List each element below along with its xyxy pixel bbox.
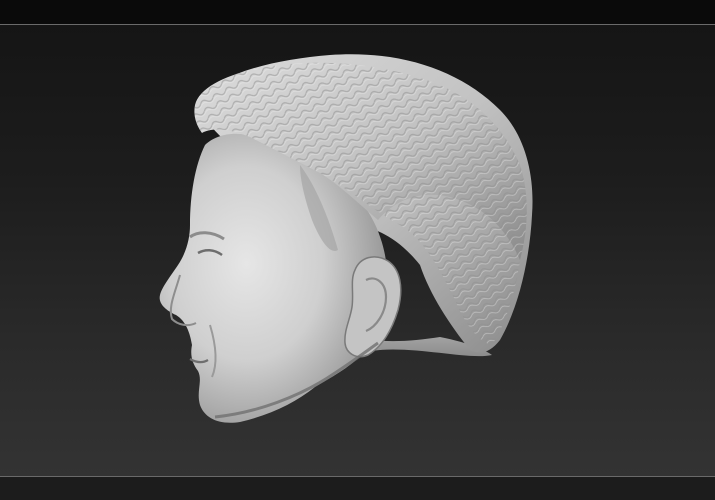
sculpted-head-model[interactable] xyxy=(0,25,715,476)
sculpt-app-window xyxy=(0,0,715,500)
top-toolbar xyxy=(0,0,715,24)
bottom-toolbar xyxy=(0,477,715,500)
head-group xyxy=(159,54,533,423)
3d-viewport-canvas[interactable] xyxy=(0,25,715,476)
